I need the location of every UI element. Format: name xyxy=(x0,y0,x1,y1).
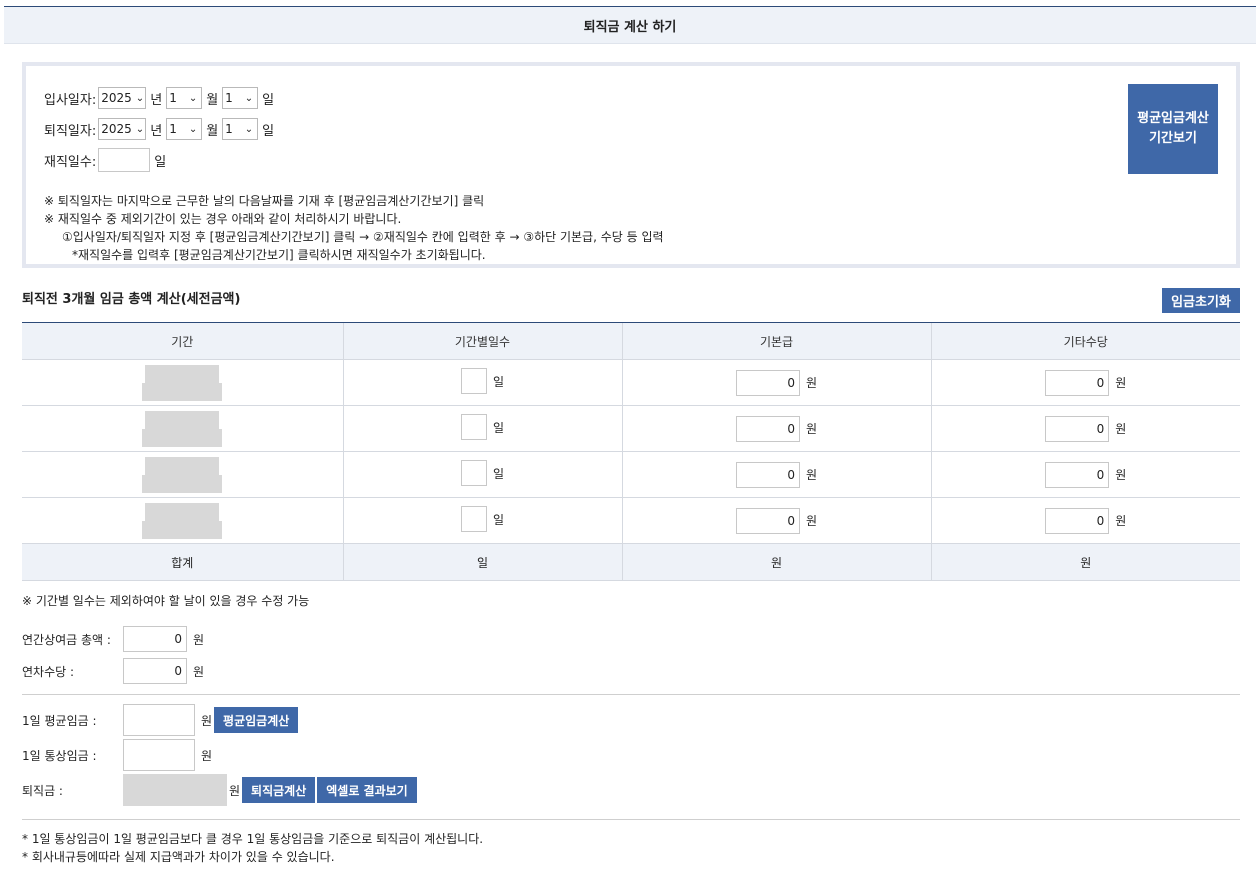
period-cell xyxy=(22,405,343,452)
period-cell xyxy=(22,451,343,498)
total-days: 일 xyxy=(342,543,622,581)
period-placeholder xyxy=(145,410,220,429)
leave-date-label: 퇴직일자: xyxy=(44,123,97,139)
period-cell xyxy=(22,497,343,544)
view-period-button[interactable]: 평균임금계산 기간보기 xyxy=(1128,84,1218,174)
join-month-select[interactable]: 1 ⌄ xyxy=(166,87,203,109)
note-line: ※ 퇴직일자는 마지막으로 근무한 날의 다음날짜를 기재 후 [평균임금계산기… xyxy=(44,194,485,208)
table-row: 일 0원 0원 xyxy=(22,497,1240,544)
other-allowance-input[interactable]: 0 xyxy=(1045,415,1110,442)
leave-year-select[interactable]: 2025 ⌄ xyxy=(98,118,147,140)
instruction-notes: ※ 퇴직일자는 마지막으로 근무한 날의 다음날짜를 기재 후 [평균임금계산기… xyxy=(44,192,664,264)
service-days-label: 재직일수: xyxy=(44,154,97,170)
severance-result xyxy=(123,774,227,806)
bonus-input[interactable]: 0 xyxy=(123,626,187,652)
annual-leave-input[interactable]: 0 xyxy=(123,658,187,684)
annual-leave-row: 연차수당 : 0 원 xyxy=(22,658,204,684)
table-row: 일 0원 0원 xyxy=(22,451,1240,498)
divider xyxy=(22,819,1240,820)
calc-avg-wage-button[interactable]: 평균임금계산 xyxy=(214,707,299,733)
service-days-input[interactable] xyxy=(98,148,151,172)
service-days-row: 재직일수: 일 xyxy=(44,148,170,172)
table-row: 일 0원 0원 xyxy=(22,405,1240,452)
period-days-input[interactable] xyxy=(460,506,487,532)
period-cell xyxy=(22,359,343,406)
chevron-down-icon: ⌄ xyxy=(188,123,198,135)
period-placeholder xyxy=(145,456,220,475)
total-base-pay: 원 xyxy=(621,543,931,581)
table-total-row: 합계 일 원 원 xyxy=(22,543,1240,581)
other-allowance-input[interactable]: 0 xyxy=(1045,461,1110,488)
footnote: * 1일 통상임금이 1일 평균임금보다 클 경우 1일 통상임금을 기준으로 … xyxy=(22,832,484,846)
date-input-panel: 입사일자: 2025 ⌄ 년 1 ⌄ 월 1 ⌄ 일 퇴직일자: 2025 ⌄ 년 1 ⌄… xyxy=(22,62,1240,268)
base-pay-input[interactable]: 0 xyxy=(735,461,800,488)
bonus-label: 연간상여금 총액 : xyxy=(22,632,111,647)
page-title: 퇴직금 계산 하기 xyxy=(583,19,677,35)
bonus-row: 연간상여금 총액 : 0 원 xyxy=(22,626,204,652)
column-header: 기간 xyxy=(22,322,343,360)
avg-wage-row: 1일 평균임금 : 원 평균임금계산 xyxy=(22,704,299,736)
period-days-note: ※ 기간별 일수는 제외하여야 할 날이 있을 경우 수정 가능 xyxy=(22,594,310,608)
base-pay-input[interactable]: 0 xyxy=(735,415,800,442)
ordinary-wage-row: 1일 통상임금 : 원 xyxy=(22,739,212,771)
leave-date-row: 퇴직일자: 2025 ⌄ 년 1 ⌄ 월 1 ⌄ 일 xyxy=(44,117,278,141)
wage-table: 기간 기간별일수 기본급 기타수당 일 0원 0원 일 0원 0원 일 0원 0… xyxy=(22,322,1240,581)
period-placeholder xyxy=(145,502,220,521)
period-days-input[interactable] xyxy=(460,368,487,394)
period-placeholder xyxy=(142,520,223,539)
column-header: 기본급 xyxy=(621,322,931,360)
ordinary-wage-input[interactable] xyxy=(123,739,195,771)
avg-wage-input[interactable] xyxy=(123,704,195,736)
note-line: ※ 재직일수 중 제외기간이 있는 경우 아래와 같이 처리하시기 바랍니다. xyxy=(44,212,402,226)
period-days-input[interactable] xyxy=(460,460,487,486)
table-header-row: 기간 기간별일수 기본급 기타수당 xyxy=(22,322,1240,360)
calc-severance-button[interactable]: 퇴직금계산 xyxy=(242,777,316,803)
period-placeholder xyxy=(145,364,220,383)
ordinary-wage-label: 1일 통상임금 : xyxy=(22,748,97,763)
note-line: ①입사일자/퇴직일자 지정 후 [평균임금계산기간보기] 클릭 → ②재직일수 … xyxy=(62,230,664,244)
period-placeholder xyxy=(142,428,223,447)
total-label: 합계 xyxy=(22,543,343,581)
note-line: *재직일수를 입력후 [평균임금계산기간보기] 클릭하시면 재직일수가 초기화됩… xyxy=(72,248,486,262)
chevron-down-icon: ⌄ xyxy=(244,123,254,135)
join-date-row: 입사일자: 2025 ⌄ 년 1 ⌄ 월 1 ⌄ 일 xyxy=(44,86,278,110)
other-allowance-input[interactable]: 0 xyxy=(1045,369,1110,396)
chevron-down-icon: ⌄ xyxy=(135,92,145,104)
avg-wage-label: 1일 평균임금 : xyxy=(22,713,97,728)
table-row: 일 0원 0원 xyxy=(22,359,1240,406)
section-title: 퇴직전 3개월 임금 총액 계산(세전금액) xyxy=(22,292,241,307)
period-placeholder xyxy=(142,382,223,401)
join-year-select[interactable]: 2025 ⌄ xyxy=(98,87,147,109)
page-title-bar: 퇴직금 계산 하기 xyxy=(4,6,1256,44)
chevron-down-icon: ⌄ xyxy=(135,123,145,135)
column-header: 기간별일수 xyxy=(342,322,622,360)
severance-row: 퇴직금 : 원 퇴직금계산 엑셀로 결과보기 xyxy=(22,774,417,806)
period-days-input[interactable] xyxy=(460,414,487,440)
other-allowance-input[interactable]: 0 xyxy=(1045,507,1110,534)
annual-leave-label: 연차수당 : xyxy=(22,664,75,679)
total-other-allowance: 원 xyxy=(930,543,1240,581)
base-pay-input[interactable]: 0 xyxy=(735,507,800,534)
footnote: * 회사내규등에따라 실제 지급액과가 차이가 있을 수 있습니다. xyxy=(22,850,335,864)
leave-day-select[interactable]: 1 ⌄ xyxy=(222,118,259,140)
reset-wage-button[interactable]: 임금초기화 xyxy=(1162,288,1240,313)
divider xyxy=(22,694,1240,695)
join-day-select[interactable]: 1 ⌄ xyxy=(222,87,259,109)
chevron-down-icon: ⌄ xyxy=(188,92,198,104)
column-header: 기타수당 xyxy=(930,322,1240,360)
period-placeholder xyxy=(142,474,223,493)
join-date-label: 입사일자: xyxy=(44,92,97,108)
export-excel-button[interactable]: 엑셀로 결과보기 xyxy=(317,777,417,803)
base-pay-input[interactable]: 0 xyxy=(735,369,800,396)
severance-label: 퇴직금 : xyxy=(22,783,63,798)
footnotes: * 1일 통상임금이 1일 평균임금보다 클 경우 1일 통상임금을 기준으로 … xyxy=(22,830,483,866)
leave-month-select[interactable]: 1 ⌄ xyxy=(166,118,203,140)
chevron-down-icon: ⌄ xyxy=(244,92,254,104)
